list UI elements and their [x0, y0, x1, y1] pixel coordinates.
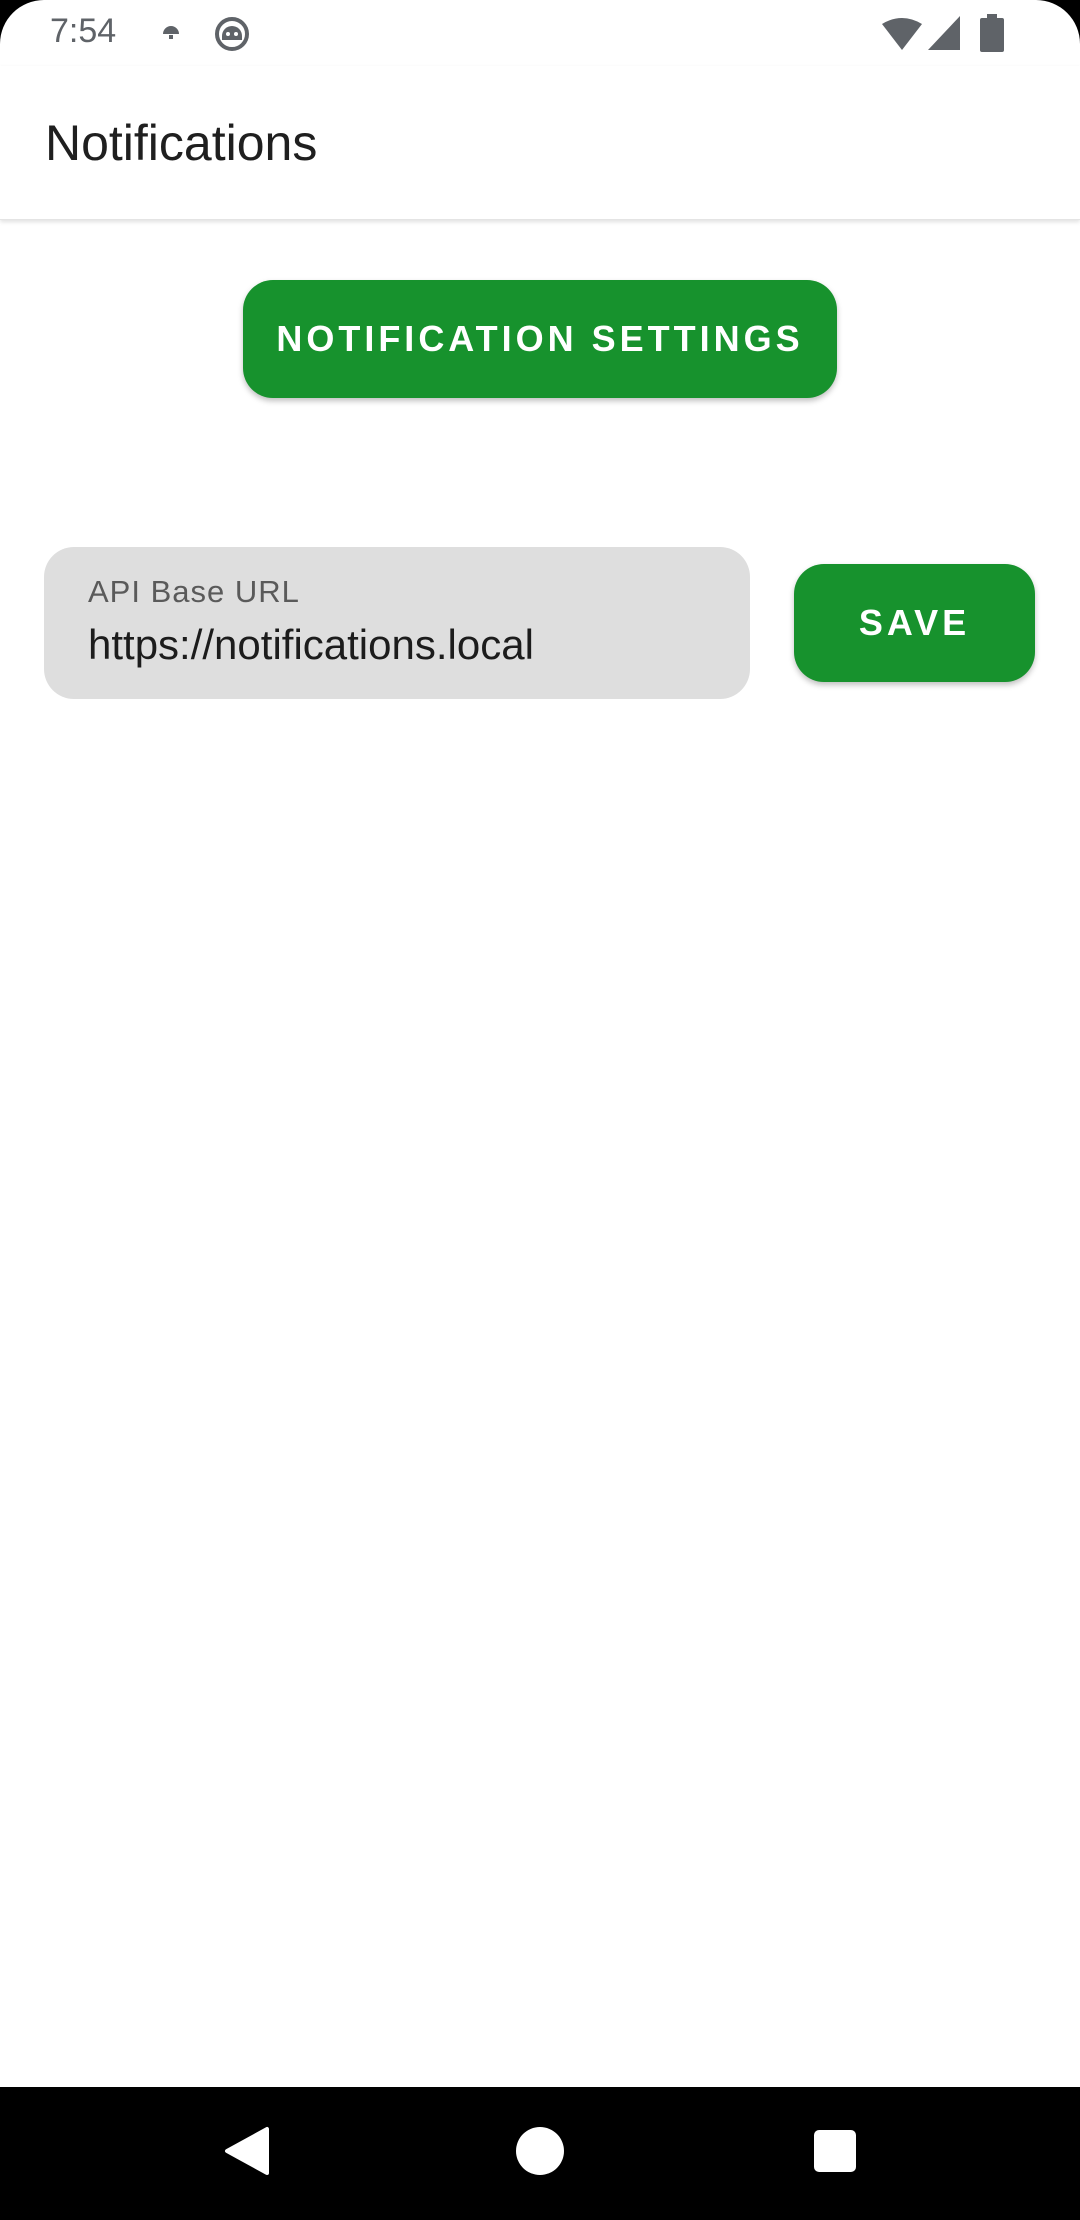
back-icon: [223, 2126, 269, 2181]
notification-settings-button[interactable]: NOTIFICATION SETTINGS: [243, 280, 837, 398]
cell-signal-icon: [928, 16, 960, 55]
recents-button[interactable]: [735, 2087, 935, 2220]
api-base-url-input[interactable]: [88, 617, 708, 673]
recents-icon: [813, 2129, 857, 2178]
weather-icon: [160, 22, 182, 49]
api-base-url-field[interactable]: API Base URL: [44, 547, 750, 699]
api-base-url-label: API Base URL: [88, 574, 300, 609]
home-icon: [515, 2126, 565, 2181]
app-screen: 7:54 Notifications NOTIFICATION SETTINGS…: [0, 0, 1080, 2087]
back-button[interactable]: [146, 2087, 346, 2220]
navigation-bar: [0, 2087, 1080, 2220]
save-button[interactable]: SAVE: [794, 564, 1035, 682]
android-face-icon: [214, 16, 250, 57]
status-bar: 7:54: [0, 0, 1080, 66]
status-time: 7:54: [50, 12, 117, 50]
page-title: Notifications: [45, 115, 318, 171]
home-button[interactable]: [440, 2087, 640, 2220]
app-bar: Notifications: [0, 66, 1080, 220]
battery-icon: [980, 14, 1004, 57]
wifi-icon: [882, 18, 922, 55]
